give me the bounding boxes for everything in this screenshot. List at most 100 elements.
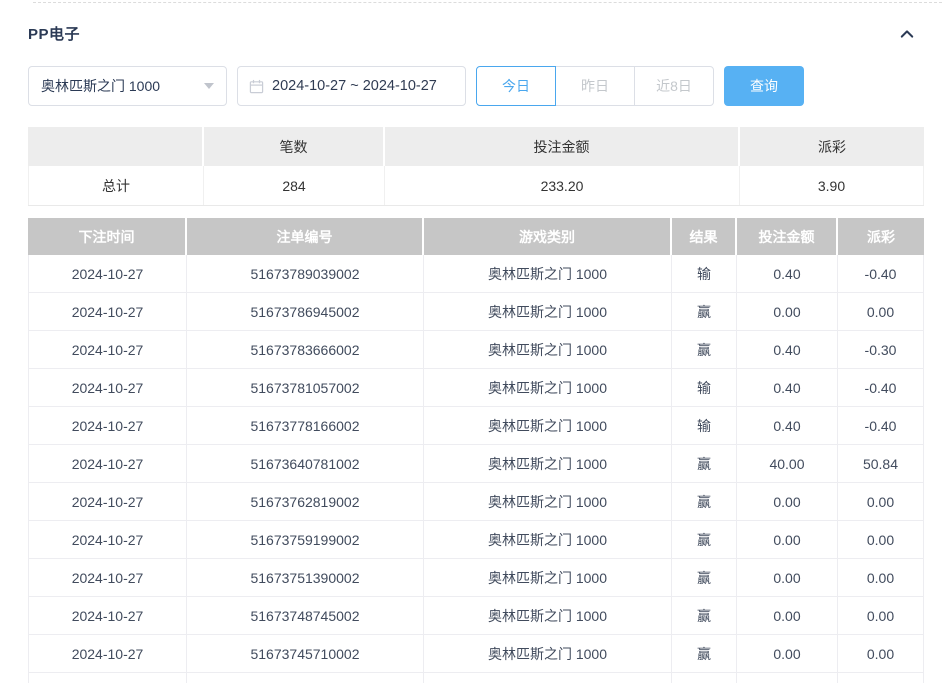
payout-cell: 0.00 bbox=[838, 521, 924, 558]
date-cell: 2024-10-27 bbox=[28, 293, 187, 330]
summary-total-row: 总计 284 233.20 3.90 bbox=[28, 166, 924, 206]
game-cell: 奥林匹斯之门 1000 bbox=[424, 369, 672, 406]
records-header-bet-id: 注单编号 bbox=[187, 218, 424, 255]
game-select-value: 奥林匹斯之门 1000 bbox=[41, 78, 161, 94]
result-cell: 赢 bbox=[672, 559, 737, 596]
today-button[interactable]: 今日 bbox=[476, 66, 556, 106]
amount-cell: 0.00 bbox=[737, 597, 838, 634]
amount-cell: 0.00 bbox=[737, 483, 838, 520]
bet-id-cell: 51673640781002 bbox=[187, 445, 424, 482]
bet-id-cell: 51673748745002 bbox=[187, 597, 424, 634]
result-cell: 赢 bbox=[672, 597, 737, 634]
payout-cell: -0.40 bbox=[838, 255, 924, 292]
bet-id-cell: 51673778166002 bbox=[187, 407, 424, 444]
amount-cell: 0.00 bbox=[737, 559, 838, 596]
records-table: 下注时间 注单编号 游戏类别 结果 投注金额 派彩 2024-10-27 516… bbox=[28, 218, 924, 683]
records-header-payout: 派彩 bbox=[838, 218, 924, 255]
amount-cell: 0.40 bbox=[737, 369, 838, 406]
summary-total-count: 284 bbox=[204, 166, 385, 205]
yesterday-button[interactable]: 昨日 bbox=[555, 66, 635, 106]
date-range-picker[interactable]: 2024-10-27 ~ 2024-10-27 bbox=[237, 66, 466, 106]
date-cell: 2024-10-27 bbox=[28, 255, 187, 292]
collapse-button[interactable] bbox=[896, 24, 918, 44]
game-cell: 奥林匹斯之门 1000 bbox=[424, 635, 672, 672]
summary-header-payout: 派彩 bbox=[740, 127, 924, 166]
table-row: 2024-10-27 51673759199002 奥林匹斯之门 1000 赢 … bbox=[28, 521, 924, 559]
table-row: 2024-10-27 51673783666002 奥林匹斯之门 1000 赢 … bbox=[28, 331, 924, 369]
date-cell: 2024-10-27 bbox=[28, 521, 187, 558]
table-row: 2024-10-27 51673786945002 奥林匹斯之门 1000 赢 … bbox=[28, 293, 924, 331]
amount-cell: 0.40 bbox=[737, 255, 838, 292]
quick-range-group: 今日 昨日 近8日 bbox=[476, 66, 714, 106]
payout-cell: -0.30 bbox=[838, 331, 924, 368]
query-button[interactable]: 查询 bbox=[724, 66, 804, 106]
game-cell: 奥林匹斯之门 1000 bbox=[424, 331, 672, 368]
amount-cell: 40.00 bbox=[737, 445, 838, 482]
amount-cell: 0.40 bbox=[737, 331, 838, 368]
date-cell: 2024-10-27 bbox=[28, 445, 187, 482]
game-select[interactable]: 奥林匹斯之门 1000 bbox=[28, 66, 227, 106]
date-range-value: 2024-10-27 ~ 2024-10-27 bbox=[272, 78, 437, 94]
records-header-bet-amount: 投注金额 bbox=[737, 218, 838, 255]
date-cell: 2024-10-27 bbox=[28, 331, 187, 368]
date-cell: 2024-10-27 bbox=[28, 407, 187, 444]
payout-cell: 0.00 bbox=[838, 483, 924, 520]
payout-cell: 0.00 bbox=[838, 597, 924, 634]
amount-cell: 0.00 bbox=[737, 635, 838, 672]
table-row: 2024-10-27 51673640781002 奥林匹斯之门 1000 赢 … bbox=[28, 445, 924, 483]
payout-cell: 0.00 bbox=[838, 293, 924, 330]
calendar-icon bbox=[249, 79, 264, 93]
result-cell: 输 bbox=[672, 407, 737, 444]
records-header-game: 游戏类别 bbox=[424, 218, 672, 255]
chevron-up-icon bbox=[900, 29, 914, 38]
bet-id-cell: 51673789039002 bbox=[187, 255, 424, 292]
records-header-result: 结果 bbox=[672, 218, 737, 255]
records-body: 2024-10-27 51673789039002 奥林匹斯之门 1000 输 … bbox=[28, 255, 924, 673]
result-cell: 赢 bbox=[672, 445, 737, 482]
date-cell: 2024-10-27 bbox=[28, 597, 187, 634]
game-cell: 奥林匹斯之门 1000 bbox=[424, 445, 672, 482]
table-row: 2024-10-27 51673762819002 奥林匹斯之门 1000 赢 … bbox=[28, 483, 924, 521]
bet-id-cell: 51673781057002 bbox=[187, 369, 424, 406]
bet-id-cell: 51673759199002 bbox=[187, 521, 424, 558]
payout-cell: 50.84 bbox=[838, 445, 924, 482]
date-cell: 2024-10-27 bbox=[28, 635, 187, 672]
date-cell: 2024-10-27 bbox=[28, 369, 187, 406]
game-cell: 奥林匹斯之门 1000 bbox=[424, 597, 672, 634]
game-cell: 奥林匹斯之门 1000 bbox=[424, 255, 672, 292]
result-cell: 赢 bbox=[672, 521, 737, 558]
table-row-partial bbox=[28, 673, 924, 683]
summary-total-payout: 3.90 bbox=[740, 166, 924, 205]
result-cell: 输 bbox=[672, 369, 737, 406]
result-cell: 赢 bbox=[672, 483, 737, 520]
summary-total-label: 总计 bbox=[28, 166, 204, 205]
summary-header-empty bbox=[28, 127, 204, 166]
table-row: 2024-10-27 51673745710002 奥林匹斯之门 1000 赢 … bbox=[28, 635, 924, 673]
table-row: 2024-10-27 51673789039002 奥林匹斯之门 1000 输 … bbox=[28, 255, 924, 293]
payout-cell: -0.40 bbox=[838, 407, 924, 444]
summary-header-count: 笔数 bbox=[204, 127, 385, 166]
payout-cell: -0.40 bbox=[838, 369, 924, 406]
bet-id-cell: 51673745710002 bbox=[187, 635, 424, 672]
result-cell: 赢 bbox=[672, 293, 737, 330]
game-cell: 奥林匹斯之门 1000 bbox=[424, 293, 672, 330]
table-row: 2024-10-27 51673748745002 奥林匹斯之门 1000 赢 … bbox=[28, 597, 924, 635]
amount-cell: 0.40 bbox=[737, 407, 838, 444]
last8days-button[interactable]: 近8日 bbox=[634, 66, 714, 106]
panel-header: PP电子 bbox=[0, 3, 952, 44]
table-row: 2024-10-27 51673781057002 奥林匹斯之门 1000 输 … bbox=[28, 369, 924, 407]
payout-cell: 0.00 bbox=[838, 635, 924, 672]
bet-id-cell: 51673786945002 bbox=[187, 293, 424, 330]
result-cell: 赢 bbox=[672, 635, 737, 672]
payout-cell: 0.00 bbox=[838, 559, 924, 596]
bet-id-cell: 51673762819002 bbox=[187, 483, 424, 520]
records-header-row: 下注时间 注单编号 游戏类别 结果 投注金额 派彩 bbox=[28, 218, 924, 255]
game-cell: 奥林匹斯之门 1000 bbox=[424, 559, 672, 596]
game-cell: 奥林匹斯之门 1000 bbox=[424, 483, 672, 520]
date-cell: 2024-10-27 bbox=[28, 483, 187, 520]
summary-total-bet-amount: 233.20 bbox=[385, 166, 740, 205]
filter-bar: 奥林匹斯之门 1000 2024-10-27 ~ 2024-10-27 今日 昨… bbox=[0, 66, 952, 106]
bet-id-cell: 51673783666002 bbox=[187, 331, 424, 368]
result-cell: 输 bbox=[672, 255, 737, 292]
panel-title: PP电子 bbox=[28, 26, 81, 43]
